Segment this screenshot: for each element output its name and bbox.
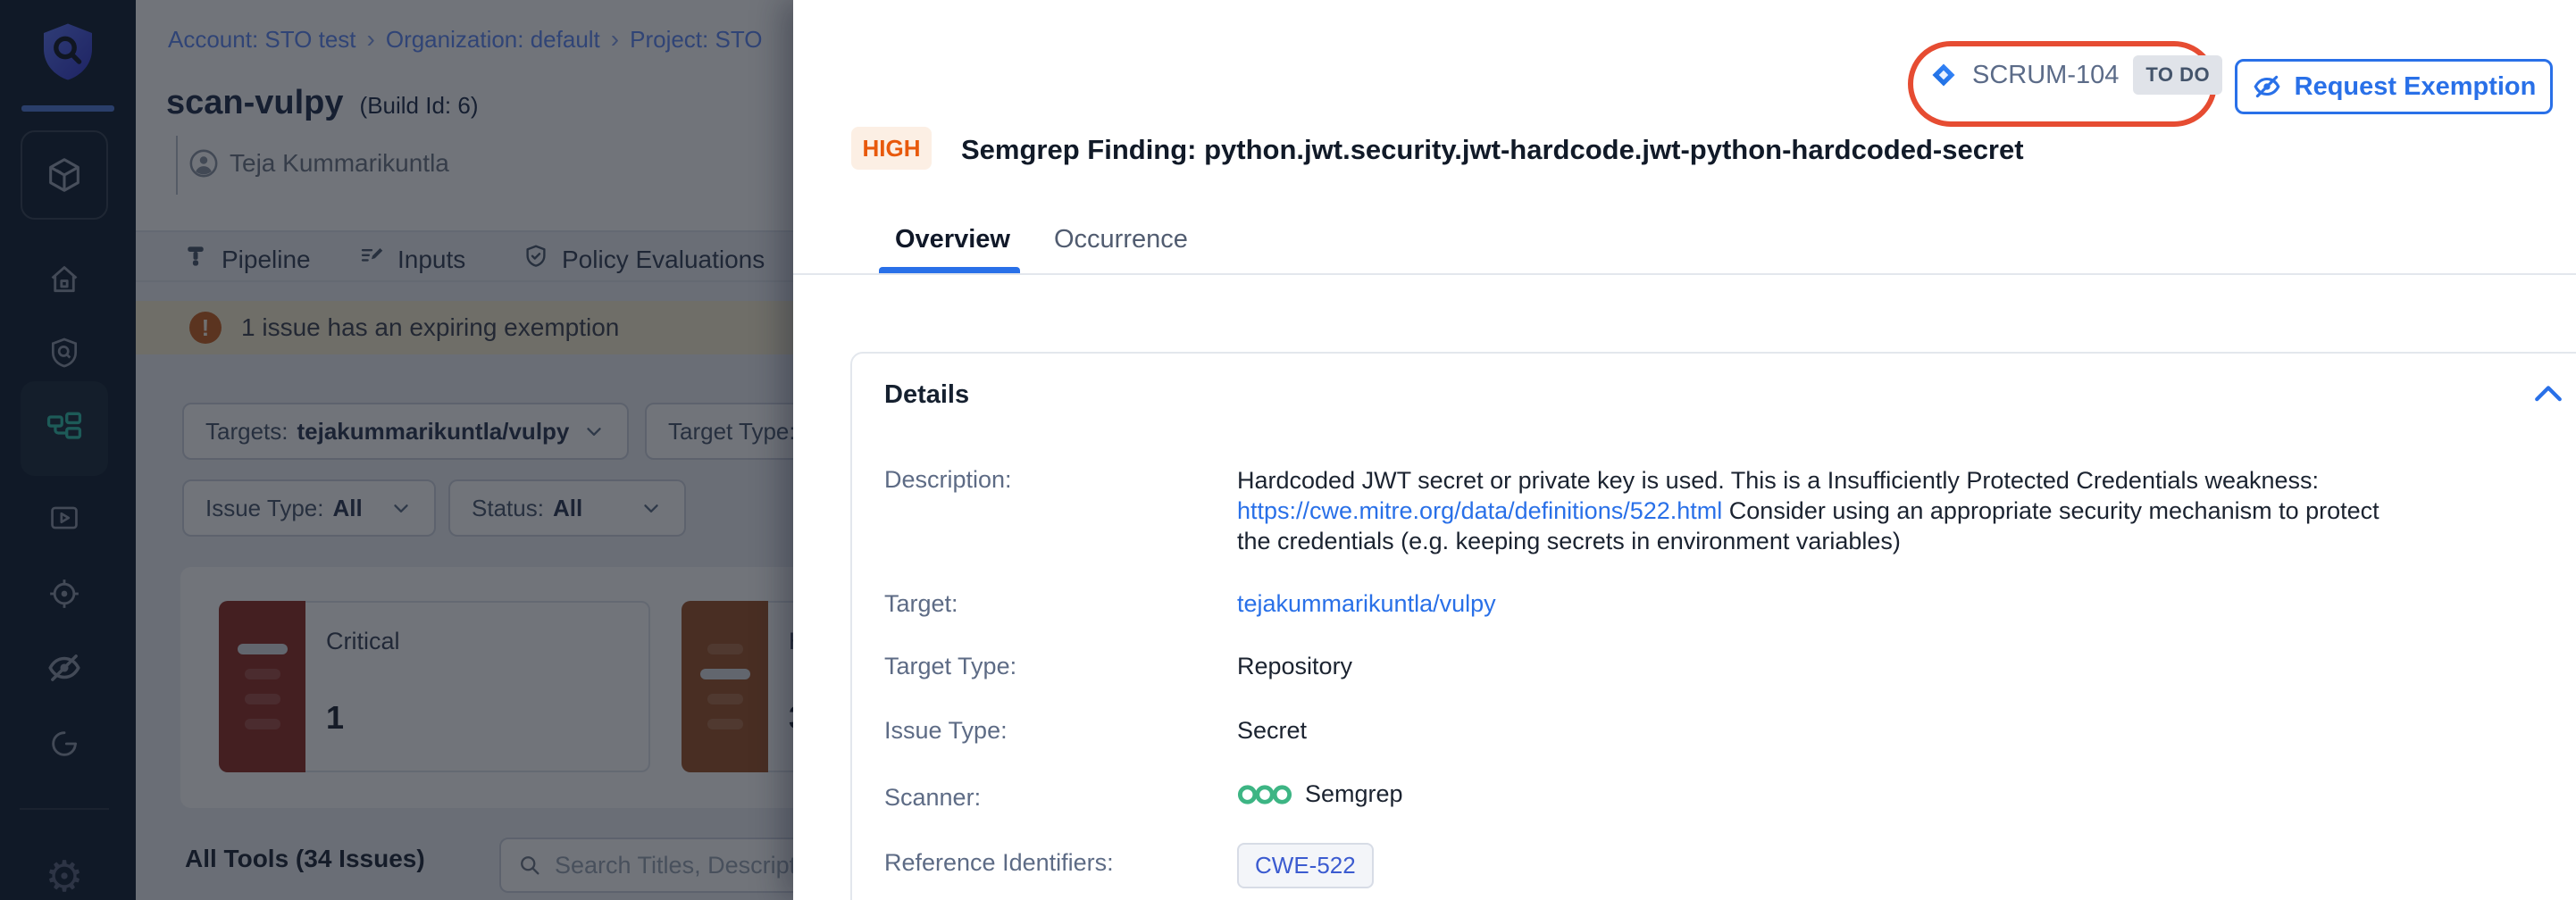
description-label: Description: xyxy=(884,466,1012,494)
jira-icon xyxy=(1929,61,1958,89)
sto-issue-screen: ⚙ Account: STO test › Organization: defa… xyxy=(0,0,2576,900)
tab-occurrence[interactable]: Occurrence xyxy=(1054,225,1188,254)
request-exemption-label: Request Exemption xyxy=(2295,72,2537,102)
description-text: Hardcoded JWT secret or private key is u… xyxy=(1237,467,2319,494)
scanner-value-row: Semgrep xyxy=(1237,780,1403,808)
semgrep-logo-icon xyxy=(1237,783,1292,806)
cwe-definition-link[interactable]: https://cwe.mitre.org/data/definitions/5… xyxy=(1237,497,1722,524)
target-type-label: Target Type: xyxy=(884,653,1016,680)
reference-identifiers-value: CWE-522 xyxy=(1237,843,1374,888)
details-card xyxy=(850,352,2576,900)
jira-ticket-id: SCRUM-104 xyxy=(1972,61,2119,90)
tab-overview[interactable]: Overview xyxy=(895,225,1010,254)
issue-type-value: Secret xyxy=(1237,717,1307,745)
scanner-label: Scanner: xyxy=(884,784,981,812)
collapse-chevron-up-icon[interactable] xyxy=(2533,382,2563,408)
target-repo-link[interactable]: tejakummarikuntla/vulpy xyxy=(1237,590,1496,617)
target-value: tejakummarikuntla/vulpy xyxy=(1237,590,1496,618)
severity-badge-high: HIGH xyxy=(851,127,932,170)
eye-off-icon xyxy=(2252,71,2282,102)
tab-separator-line xyxy=(793,273,2576,275)
issue-type-label: Issue Type: xyxy=(884,717,1008,745)
reference-identifiers-label: Reference Identifiers: xyxy=(884,849,1114,877)
scanner-name: Semgrep xyxy=(1305,780,1403,808)
jira-status-badge: TO DO xyxy=(2133,55,2222,95)
description-value: Hardcoded JWT secret or private key is u… xyxy=(1237,465,2416,556)
details-heading: Details xyxy=(884,380,969,410)
finding-title: Semgrep Finding: python.jwt.security.jwt… xyxy=(961,134,2024,166)
jira-ticket-chip[interactable]: SCRUM-104 TO DO xyxy=(1929,55,2222,95)
issue-details-drawer: SCRUM-104 TO DO Request Exemption HIGH S… xyxy=(793,0,2576,900)
target-label: Target: xyxy=(884,590,958,618)
request-exemption-button[interactable]: Request Exemption xyxy=(2235,59,2553,114)
cwe-badge[interactable]: CWE-522 xyxy=(1237,843,1374,888)
target-type-value: Repository xyxy=(1237,653,1352,680)
modal-dim-overlay xyxy=(0,0,793,900)
